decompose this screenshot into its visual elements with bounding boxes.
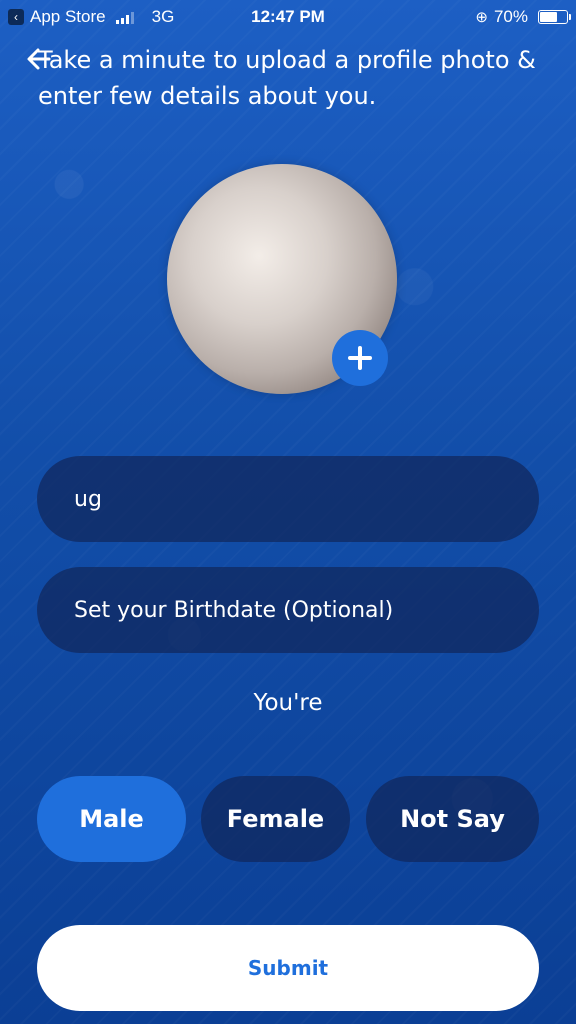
submit-button[interactable]: Submit (37, 925, 539, 1011)
arrow-left-icon (27, 48, 51, 70)
status-bar: ‹ App Store 3G 12:47 PM ⊕ 70% (0, 0, 576, 34)
gender-option-male[interactable]: Male (37, 776, 186, 862)
back-button[interactable] (22, 42, 56, 76)
profile-photo-container (167, 164, 397, 394)
rotation-lock-icon: ⊕ (475, 9, 488, 26)
battery-icon (538, 10, 571, 24)
plus-icon (348, 346, 372, 370)
name-input[interactable]: ug (37, 456, 539, 542)
battery-percentage: 70% (493, 7, 528, 26)
gender-option-not-say[interactable]: Not Say (366, 776, 539, 862)
instruction-text: Take a minute to upload a profile photo … (38, 46, 536, 110)
gender-label: You're (253, 690, 323, 716)
add-photo-button[interactable] (332, 330, 388, 386)
status-right: ⊕ 70% (475, 7, 571, 27)
gender-option-female[interactable]: Female (201, 776, 350, 862)
battery-fill (540, 12, 557, 22)
birthdate-input[interactable]: Set your Birthdate (Optional) (37, 567, 539, 653)
header: Take a minute to upload a profile photo … (22, 40, 552, 120)
